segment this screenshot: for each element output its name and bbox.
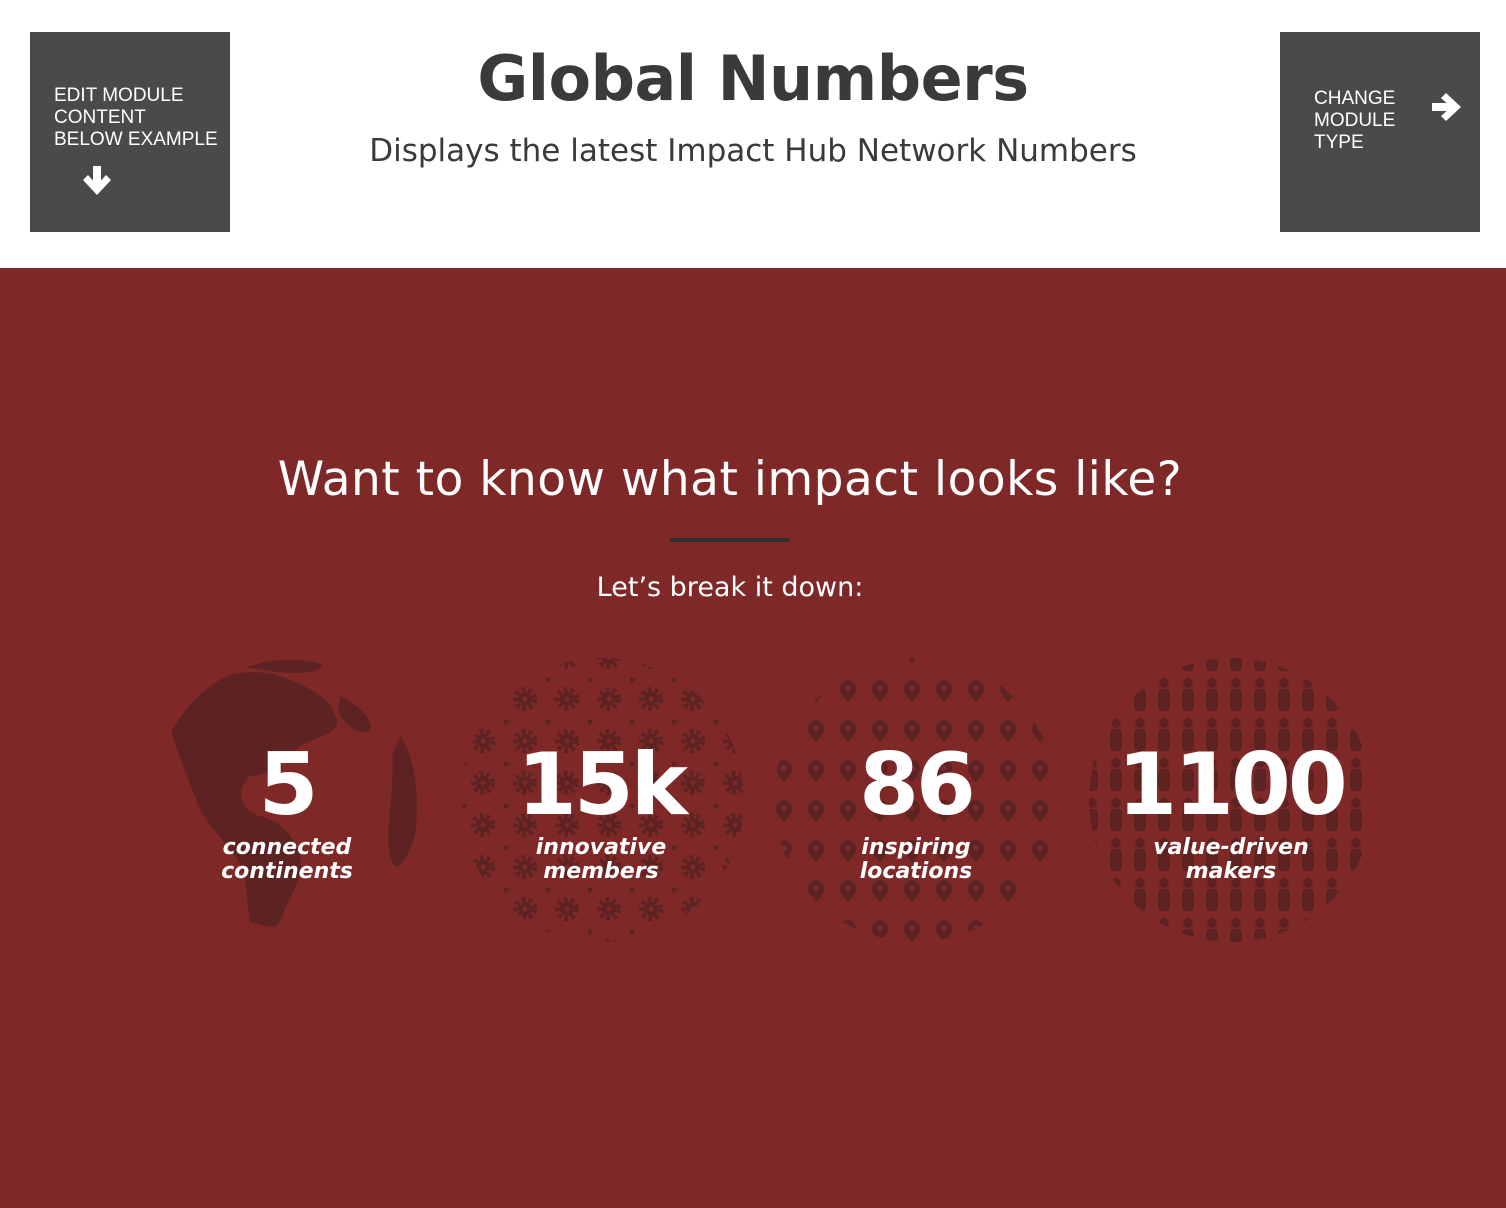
edit-module-content-button[interactable]: EDIT MODULE CONTENT BELOW EXAMPLE (30, 32, 230, 232)
global-numbers-banner: Want to know what impact looks like? Let… (0, 268, 1506, 1208)
change-module-type-button[interactable]: CHANGE MODULE TYPE (1280, 32, 1480, 232)
module-header: EDIT MODULE CONTENT BELOW EXAMPLE Global… (0, 0, 1506, 268)
banner-subheading: Let’s break it down: (596, 572, 864, 603)
edit-module-label: EDIT MODULE CONTENT BELOW EXAMPLE (54, 85, 218, 150)
stat-continents: 5 connected continents (137, 740, 437, 884)
page-subtitle: Displays the latest Impact Hub Network N… (369, 133, 1137, 169)
stat-caption: connected continents (221, 835, 353, 884)
arrow-right-icon (1432, 93, 1461, 121)
arrow-down-icon (83, 166, 111, 195)
stat-caption: inspiring locations (859, 835, 973, 884)
heading-divider (670, 538, 790, 542)
stat-value: 1100 (1117, 735, 1347, 835)
stat-locations: 86 inspiring locations (766, 740, 1066, 884)
stat-value: 15k (517, 735, 688, 835)
page-title: Global Numbers (477, 42, 1029, 115)
stat-caption: innovative members (535, 835, 667, 884)
stat-caption: value-driven makers (1153, 835, 1309, 884)
stat-makers: 1100 value-driven makers (1081, 740, 1381, 884)
stat-value: 86 (859, 735, 976, 835)
change-module-label: CHANGE MODULE TYPE (1314, 88, 1396, 153)
stat-members: 15k innovative members (451, 740, 751, 884)
banner-heading: Want to know what impact looks like? (277, 452, 1183, 507)
stat-value: 5 (258, 735, 319, 835)
